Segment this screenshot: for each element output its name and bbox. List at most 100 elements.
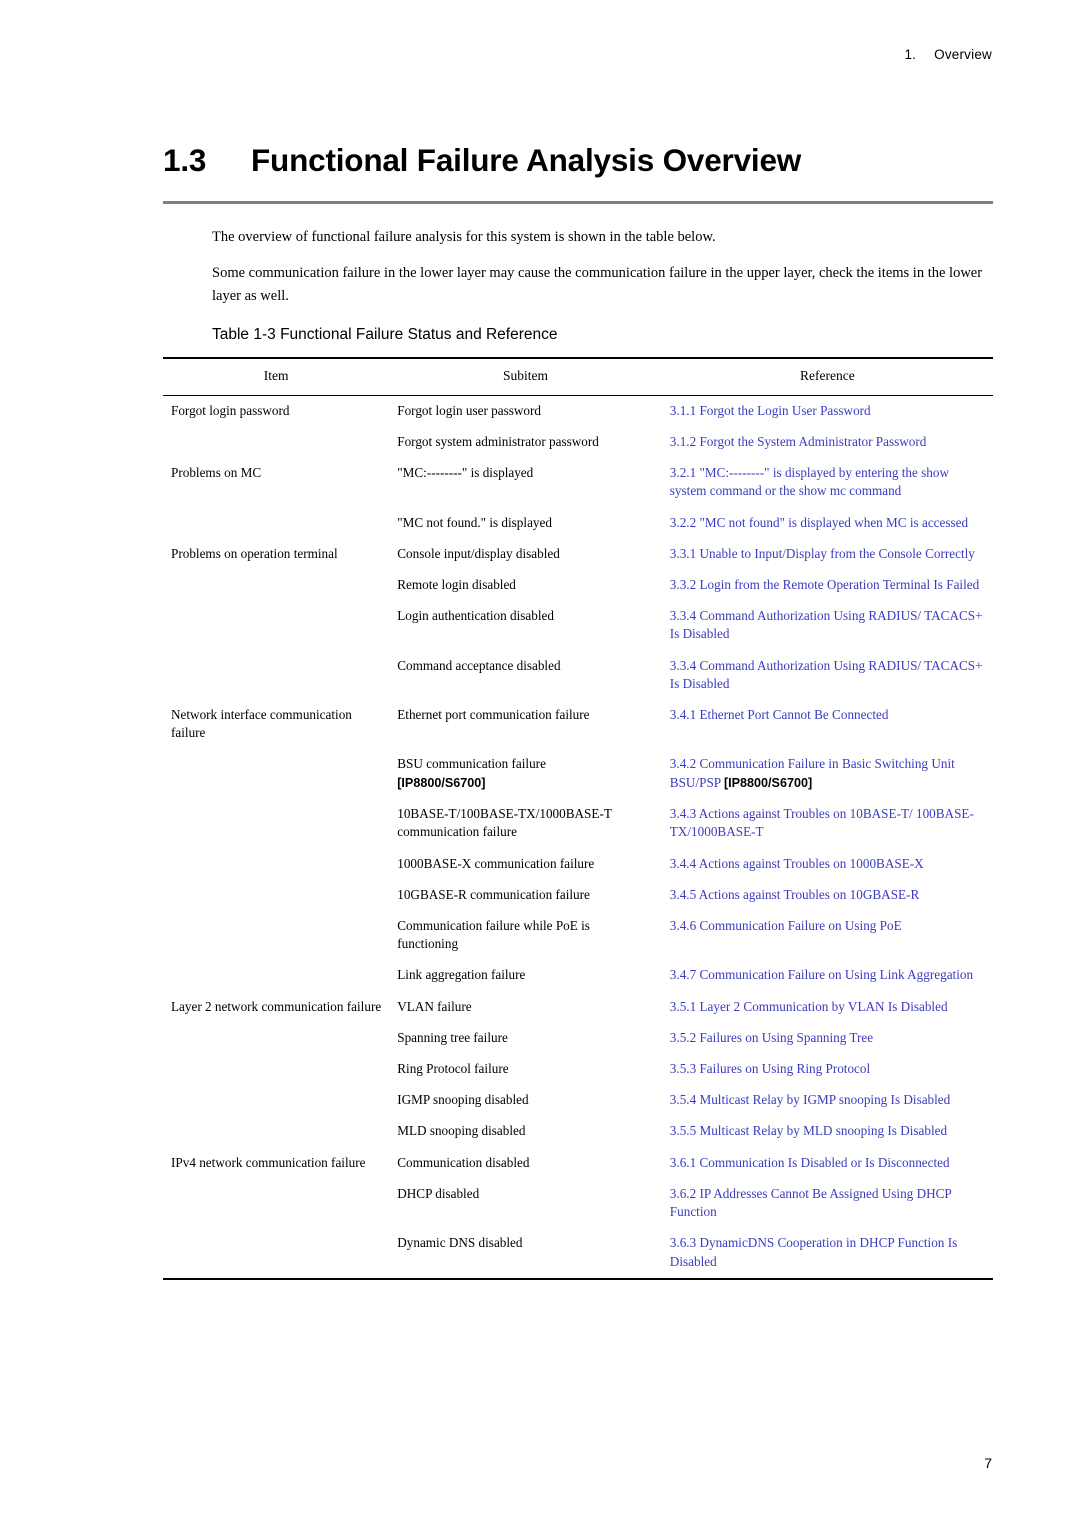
reference-link[interactable]: 3.2.2 "MC not found" is displayed when M…: [670, 515, 968, 530]
table-row: DHCP disabled 3.6.2 IP Addresses Cannot B…: [163, 1179, 993, 1228]
cell-reference[interactable]: 3.4.7 Communication Failure on Using Lin…: [662, 960, 993, 991]
reference-link[interactable]: 3.6.2 IP Addresses Cannot Be Assigned Us…: [670, 1186, 951, 1219]
intro-paragraph-2: Some communication failure in the lower …: [212, 265, 983, 305]
intro-paragraph-1: The overview of functional failure analy…: [212, 229, 716, 245]
cell-reference[interactable]: 3.5.2 Failures on Using Spanning Tree: [662, 1023, 993, 1054]
reference-link[interactable]: 3.4.1 Ethernet Port Cannot Be Connected: [670, 707, 889, 722]
cell-subitem: DHCP disabled: [389, 1179, 662, 1228]
cell-subitem: Remote login disabled: [389, 570, 662, 601]
reference-link[interactable]: 3.4.3 Actions against Troubles on 10BASE…: [670, 806, 974, 839]
cell-reference[interactable]: 3.1.2 Forgot the System Administrator Pa…: [662, 427, 993, 458]
cell-subitem: "MC not found." is displayed: [389, 508, 662, 539]
cell-subitem: Link aggregation failure: [389, 960, 662, 991]
cell-reference[interactable]: 3.6.1 Communication Is Disabled or Is Di…: [662, 1148, 993, 1179]
reference-link[interactable]: 3.2.1 "MC:--------" is displayed by ente…: [670, 465, 949, 498]
cell-reference[interactable]: 3.3.2 Login from the Remote Operation Te…: [662, 570, 993, 601]
cell-item: [163, 1023, 389, 1054]
column-header-reference: Reference: [800, 368, 855, 383]
reference-link[interactable]: 3.6.3 DynamicDNS Cooperation in DHCP Fun…: [670, 1235, 957, 1268]
reference-link[interactable]: 3.1.2 Forgot the System Administrator Pa…: [670, 434, 927, 449]
cell-reference[interactable]: 3.4.6 Communication Failure on Using PoE: [662, 911, 993, 960]
cell-subitem: Dynamic DNS disabled: [389, 1228, 662, 1280]
reference-link[interactable]: 3.3.4 Command Authorization Using RADIUS…: [670, 608, 983, 641]
reference-link[interactable]: 3.5.5 Multicast Relay by MLD snooping Is…: [670, 1123, 947, 1138]
cell-subitem: Ethernet port communication failure: [389, 700, 662, 749]
cell-subitem-text: Communication failure while PoE is funct…: [397, 917, 590, 952]
reference-link[interactable]: 3.5.2 Failures on Using Spanning Tree: [670, 1030, 873, 1045]
cell-subitem-text: "MC:--------" is displayed: [397, 465, 534, 481]
cell-subitem-text: Communication disabled: [397, 1154, 530, 1170]
reference-link[interactable]: 3.4.4 Actions against Troubles on 1000BA…: [670, 856, 924, 871]
cell-reference[interactable]: 3.5.1 Layer 2 Communication by VLAN Is D…: [662, 992, 993, 1023]
cell-reference[interactable]: 3.3.1 Unable to Input/Display from the C…: [662, 539, 993, 570]
cell-subitem: Console input/display disabled: [389, 539, 662, 570]
reference-link[interactable]: 3.6.1 Communication Is Disabled or Is Di…: [670, 1155, 950, 1170]
cell-reference[interactable]: 3.6.3 DynamicDNS Cooperation in DHCP Fun…: [661, 1228, 993, 1280]
table-row: IGMP snooping disabled 3.5.4 Multicast Re…: [163, 1085, 993, 1116]
page-number: 7: [984, 1455, 992, 1471]
cell-reference[interactable]: 3.5.4 Multicast Relay by IGMP snooping I…: [662, 1085, 993, 1116]
cell-reference[interactable]: 3.3.4 Command Authorization Using RADIUS…: [662, 651, 993, 700]
cell-reference[interactable]: 3.6.2 IP Addresses Cannot Be Assigned Us…: [662, 1179, 993, 1228]
cell-subitem-text: 1000BASE-X communication failure: [397, 855, 595, 871]
cell-subitem: 10BASE-T/100BASE-TX/1000BASE-T communica…: [389, 799, 662, 848]
running-head-chapter-number: 1.: [904, 47, 917, 62]
cell-item: [163, 1054, 389, 1085]
cell-subitem: Ring Protocol failure: [389, 1054, 662, 1085]
cell-reference[interactable]: 3.2.1 "MC:--------" is displayed by ente…: [662, 458, 993, 507]
cell-subitem-text: Forgot system administrator password: [397, 433, 599, 449]
reference-link[interactable]: 3.5.1 Layer 2 Communication by VLAN Is D…: [670, 999, 948, 1014]
cell-item: IPv4 network communication failure: [171, 1154, 366, 1170]
table-row: Spanning tree failure 3.5.2 Failures on U…: [163, 1023, 993, 1054]
reference-link[interactable]: 3.1.1 Forgot the Login User Password: [670, 403, 871, 418]
cell-subitem-text: Forgot login user password: [397, 402, 541, 418]
table-row: Dynamic DNS disabled 3.6.3 DynamicDNS Coo…: [163, 1228, 993, 1280]
reference-link[interactable]: 3.4.5 Actions against Troubles on 10GBAS…: [670, 887, 919, 902]
cell-subitem: 10GBASE-R communication failure: [389, 880, 662, 911]
running-head-chapter-label: Overview: [934, 47, 992, 62]
reference-link[interactable]: 3.3.1 Unable to Input/Display from the C…: [670, 546, 975, 561]
cell-subitem-text: "MC not found." is displayed: [397, 514, 552, 530]
cell-reference[interactable]: 3.5.5 Multicast Relay by MLD snooping Is…: [662, 1116, 993, 1147]
reference-link[interactable]: 3.4.7 Communication Failure on Using Lin…: [670, 967, 973, 982]
cell-reference[interactable]: 3.4.5 Actions against Troubles on 10GBAS…: [662, 880, 993, 911]
reference-link[interactable]: 3.5.4 Multicast Relay by IGMP snooping I…: [670, 1092, 950, 1107]
cell-reference[interactable]: 3.4.2 Communication Failure in Basic Swi…: [662, 749, 993, 799]
cell-reference[interactable]: 3.4.1 Ethernet Port Cannot Be Connected: [662, 700, 993, 749]
column-header-item: Item: [263, 368, 289, 383]
table-row: Command acceptance disabled 3.3.4 Command…: [163, 651, 993, 700]
cell-reference[interactable]: 3.4.3 Actions against Troubles on 10BASE…: [662, 799, 993, 848]
cell-subitem-text: Command acceptance disabled: [397, 657, 561, 673]
cell-subitem: Login authentication disabled: [389, 601, 662, 650]
cell-reference[interactable]: 3.2.2 "MC not found" is displayed when M…: [662, 508, 993, 539]
cell-subitem: Command acceptance disabled: [389, 651, 662, 700]
cell-reference[interactable]: 3.3.4 Command Authorization Using RADIUS…: [662, 601, 993, 650]
table-row: Login authentication disabled 3.3.4 Comma…: [163, 601, 993, 650]
cell-subitem-text: 10GBASE-R communication failure: [397, 886, 590, 902]
table-row: Problems on MC "MC:--------" is displayed…: [163, 458, 993, 507]
cell-item: [163, 799, 389, 848]
cell-subitem-text: Console input/display disabled: [397, 545, 560, 561]
reference-link[interactable]: 3.3.4 Command Authorization Using RADIUS…: [670, 658, 983, 691]
reference-sublink[interactable]: BSU/PSP: [670, 775, 721, 790]
cell-reference[interactable]: 3.4.4 Actions against Troubles on 1000BA…: [662, 849, 993, 880]
table-row: Layer 2 network communication failure VLA…: [163, 992, 993, 1023]
cell-subitem-text: Remote login disabled: [397, 576, 516, 592]
reference-link[interactable]: 3.4.6 Communication Failure on Using PoE: [670, 918, 902, 933]
cell-subitem-text: Dynamic DNS disabled: [397, 1235, 523, 1251]
cell-reference[interactable]: 3.1.1 Forgot the Login User Password: [662, 395, 993, 427]
cell-item: [163, 960, 389, 991]
table-body: Forgot login password Forgot login user p…: [163, 395, 993, 1280]
cell-item: [163, 651, 389, 700]
cell-subitem-text: MLD snooping disabled: [397, 1123, 526, 1139]
reference-link[interactable]: 3.5.3 Failures on Using Ring Protocol: [670, 1061, 870, 1076]
cell-reference[interactable]: 3.5.3 Failures on Using Ring Protocol: [662, 1054, 993, 1085]
reference-link[interactable]: 3.3.2 Login from the Remote Operation Te…: [670, 577, 979, 592]
table-row: 10BASE-T/100BASE-TX/1000BASE-T communica…: [163, 799, 993, 848]
reference-link[interactable]: 3.4.2 Communication Failure in Basic Swi…: [670, 756, 955, 771]
cell-item: Network interface communication failure: [171, 707, 352, 741]
cell-subitem: BSU communication failure [IP8800/S6700]: [389, 749, 662, 799]
cell-subitem-text: DHCP disabled: [397, 1185, 480, 1201]
cell-subitem: Forgot login user password: [389, 395, 662, 427]
table-caption: Table 1-3 Functional Failure Status and …: [212, 326, 558, 343]
